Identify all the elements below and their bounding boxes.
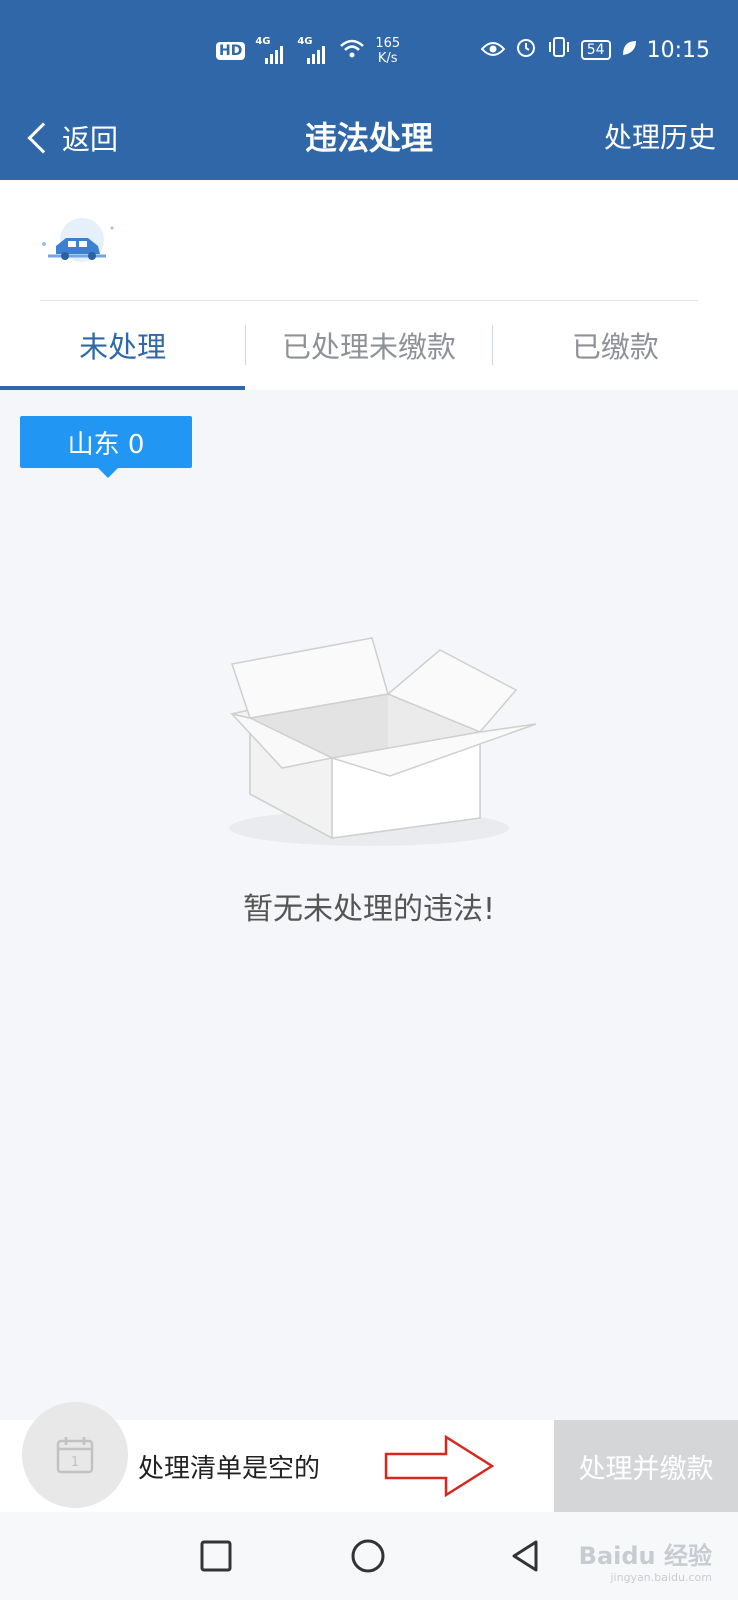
- tab-paid[interactable]: 已缴款: [493, 300, 738, 390]
- vehicle-panel: 未处理 已处理未缴款 已缴款: [0, 180, 738, 390]
- content-area: 山东 0 暂无未处理的违法!: [0, 390, 738, 1420]
- calendar-day: 1: [71, 1455, 79, 1470]
- network-speed: 165 K/s: [375, 36, 400, 66]
- tab-processed-unpaid[interactable]: 已处理未缴款: [246, 300, 491, 390]
- vibrate-icon: [547, 36, 571, 64]
- tab-unprocessed[interactable]: 未处理: [0, 300, 246, 390]
- status-tabs: 未处理 已处理未缴款 已缴款: [0, 300, 738, 390]
- title-bar: 返回 违法处理 处理历史: [0, 96, 738, 180]
- signal-icon: 4G: [255, 36, 287, 64]
- status-right-icons: 54 10:15: [480, 36, 710, 64]
- process-and-pay-button[interactable]: 处理并缴款: [554, 1420, 738, 1512]
- signal-icon-2: 4G: [297, 36, 329, 64]
- cart-bar: 1 处理清单是空的 处理并缴款: [0, 1402, 738, 1512]
- hd-badge: HD: [216, 42, 246, 60]
- back-triangle-icon[interactable]: [506, 1536, 546, 1576]
- history-button[interactable]: 处理历史: [604, 114, 716, 162]
- empty-box-icon: [229, 637, 537, 846]
- speed-value: 165: [375, 36, 401, 51]
- empty-state-message: 暂无未处理的违法!: [242, 892, 496, 927]
- status-time: 10:15: [646, 37, 710, 63]
- region-filter-badge[interactable]: 山东 0: [20, 416, 192, 478]
- leaf-icon: [621, 38, 637, 63]
- watermark: Baidu 经验 jingyan.baidu.com: [579, 1536, 712, 1584]
- recent-apps-icon[interactable]: [196, 1536, 236, 1576]
- eye-icon: [480, 38, 506, 63]
- arrow-right-icon: [384, 1434, 495, 1498]
- watermark-url: jingyan.baidu.com: [610, 1571, 712, 1584]
- cart-calendar-badge[interactable]: 1: [22, 1402, 128, 1508]
- alarm-icon: [515, 36, 537, 64]
- speed-unit: K/s: [377, 51, 398, 66]
- status-bar: HD 4G 4G 165 K/s 54 10:15: [0, 0, 738, 96]
- home-icon[interactable]: [348, 1536, 388, 1576]
- battery-indicator: 54: [580, 40, 611, 60]
- watermark-brand: Baidu 经验: [578, 1542, 712, 1570]
- cart-empty-text: 处理清单是空的: [138, 1453, 321, 1484]
- status-left-icons: HD 4G 4G 165 K/s: [216, 36, 400, 66]
- calendar-icon: 1: [56, 1437, 94, 1474]
- car-icon[interactable]: [36, 210, 118, 280]
- wifi-icon: [339, 38, 365, 65]
